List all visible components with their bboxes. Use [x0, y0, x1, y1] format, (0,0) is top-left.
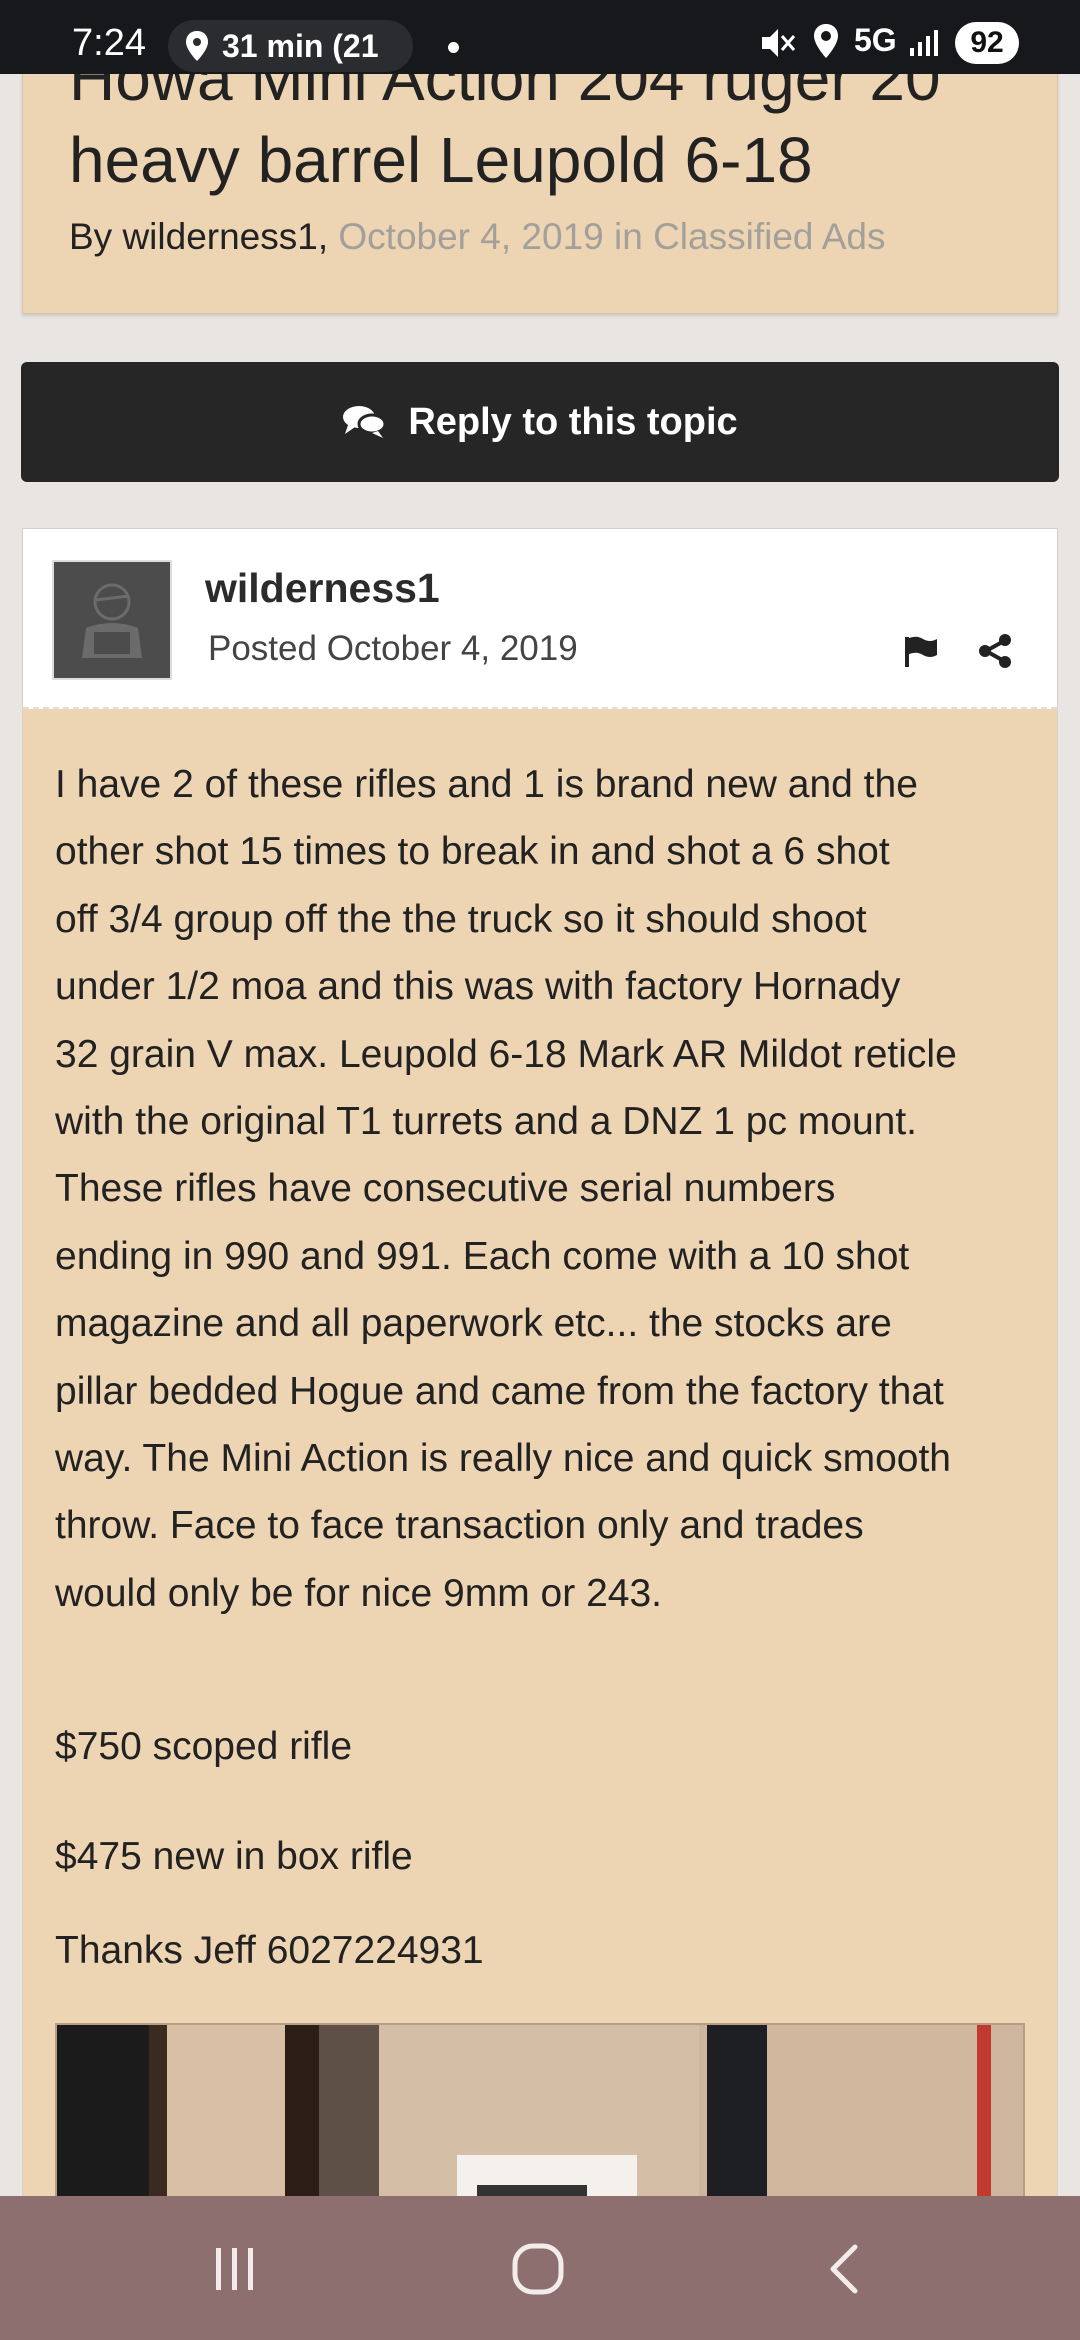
status-time: 7:24: [72, 22, 146, 64]
post-body-line: ending in 990 and 991. Each come with a …: [55, 1234, 910, 1278]
recent-apps-button[interactable]: [200, 2236, 270, 2302]
post-body-line: with the original T1 turrets and a DNZ 1…: [55, 1100, 918, 1144]
default-avatar-icon: [82, 583, 142, 658]
post-body-line: off 3/4 group off the the truck so it sh…: [55, 897, 867, 941]
battery-level: 92: [955, 22, 1019, 64]
post-body-line: throw. Face to face transaction only and…: [55, 1504, 864, 1548]
home-button[interactable]: [503, 2236, 573, 2302]
post-body-line: These rifles have consecutive serial num…: [55, 1167, 836, 1211]
navigation-eta: 31 min (21: [222, 27, 379, 64]
navigation-pill[interactable]: 31 min (21: [168, 20, 413, 72]
posted-date[interactable]: Posted October 4, 2019: [208, 629, 578, 669]
author-name[interactable]: wilderness1: [205, 565, 440, 612]
post-body-line: other shot 15 times to break in and shot…: [55, 830, 890, 874]
avatar[interactable]: [52, 560, 172, 680]
post-body-line: I have 2 of these rifles and 1 is brand …: [55, 763, 918, 806]
reply-button-label: Reply to this topic: [408, 400, 738, 443]
byline-author[interactable]: By wilderness1,: [69, 216, 328, 257]
share-button[interactable]: [973, 629, 1017, 673]
network-type: 5G: [854, 22, 897, 58]
topic-title-line: heavy barrel Leupold 6-18: [69, 124, 813, 196]
post-body: I have 2 of these rifles and 1 is brand …: [55, 751, 1035, 1627]
post-body-line: magazine and all paperwork etc... the st…: [55, 1302, 892, 1346]
topic-byline: By wilderness1, October 4, 2019 in Class…: [69, 215, 885, 259]
price-scoped-rifle: $750 scoped rifle: [55, 1725, 353, 1768]
notification-dot: [448, 42, 459, 53]
flag-icon: [905, 636, 937, 667]
post-signoff: Thanks Jeff 6027224931: [55, 1929, 484, 1972]
mute-icon: [762, 29, 796, 57]
post-body-line: pillar bedded Hogue and came from the fa…: [55, 1369, 944, 1413]
home-icon: [512, 2243, 564, 2295]
status-bar: 7:24 31 min (21 5G 92: [0, 0, 1080, 74]
post-body-line: under 1/2 moa and this was with factory …: [55, 965, 901, 1009]
comments-icon: [343, 406, 387, 438]
system-navigation-bar: [0, 2196, 1080, 2340]
post-body-line: way. The Mini Action is really nice and …: [55, 1437, 951, 1481]
post-body-line: would only be for nice 9mm or 243.: [55, 1571, 662, 1615]
post-body-line: 32 grain V max. Leupold 6-18 Mark AR Mil…: [55, 1032, 957, 1076]
post-header: wilderness1 Posted October 4, 2019: [23, 529, 1057, 709]
price-new-rifle: $475 new in box rifle: [55, 1835, 413, 1878]
report-button[interactable]: [899, 629, 943, 673]
reply-to-topic-button[interactable]: Reply to this topic: [21, 362, 1059, 482]
share-icon: [979, 634, 1011, 668]
location-icon: [814, 24, 838, 58]
byline-date-forum[interactable]: October 4, 2019 in Classified Ads: [338, 216, 885, 257]
back-icon: [830, 2244, 858, 2294]
back-button[interactable]: [808, 2236, 878, 2302]
signal-icon: [910, 30, 938, 56]
location-pin-icon: [186, 31, 208, 61]
status-icons: 5G 92: [750, 16, 1080, 72]
recent-apps-icon: [216, 2248, 253, 2290]
post-card: wilderness1 Posted October 4, 2019 I hav…: [22, 528, 1058, 2228]
